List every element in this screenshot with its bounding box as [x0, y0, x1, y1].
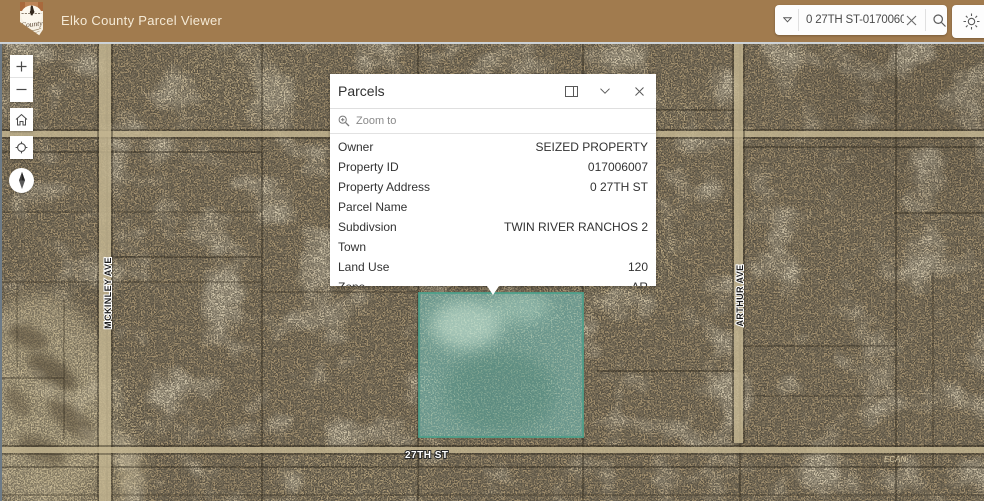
- svg-text:ARTHUR AVE: ARTHUR AVE: [735, 265, 745, 327]
- svg-text:27TH ST: 27TH ST: [405, 450, 449, 461]
- svg-text:ECAN: ECAN: [884, 455, 906, 464]
- svg-text:MCKINLEY AVE: MCKINLEY AVE: [103, 257, 113, 329]
